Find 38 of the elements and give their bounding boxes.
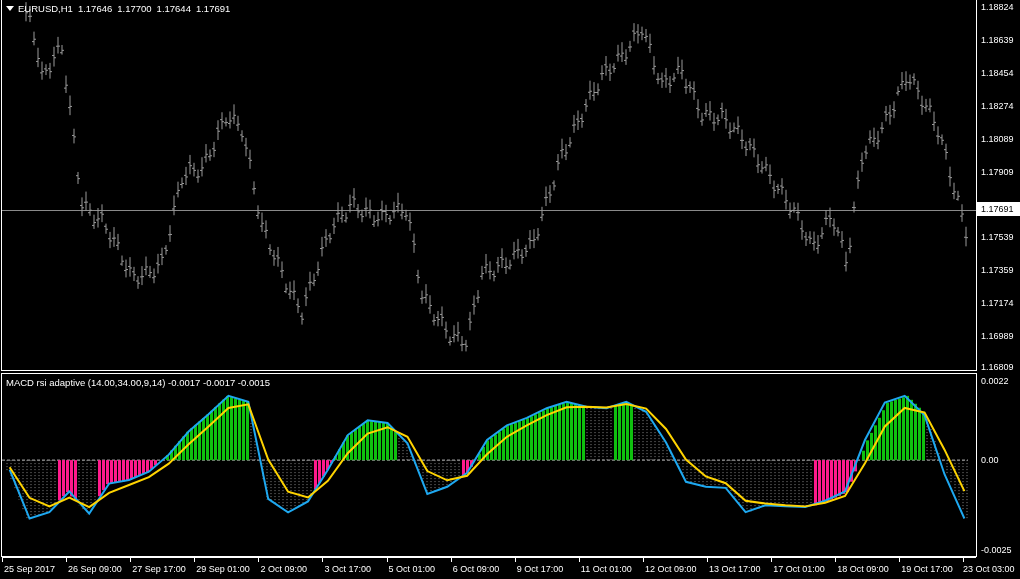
indicator-title: MACD rsi adaptive (14.00,34.00,9,14) -0.0017 -0.0017 -0.0015	[6, 377, 271, 388]
time-tick-label: 9 Oct 17:00	[516, 564, 564, 574]
price-tick-label: 1.18089	[981, 133, 1014, 144]
time-tick-label: 3 Oct 17:00	[324, 564, 371, 574]
price-value: 1.17644	[156, 3, 191, 14]
price-tick-label: 1.18274	[981, 100, 1014, 111]
price-tick-label: 1.18639	[981, 34, 1014, 45]
indicator-tick-label: 0.00	[981, 454, 999, 467]
price-value: 1.17646	[77, 3, 113, 14]
price-tick-label: 1.18824	[981, 1, 1014, 12]
time-tick-label: 23 Oct 03:00	[962, 564, 1015, 574]
time-tick-label: 2 Oct 09:00	[260, 564, 307, 574]
time-tick-label: 5 Oct 01:00	[388, 564, 436, 574]
indicator-tick-label: -0.0025	[981, 543, 1012, 556]
time-tick-label: 11 Oct 01:00	[580, 564, 632, 574]
price-tick-label: 1.16989	[981, 330, 1014, 341]
time-tick-label: 26 Sep 09:00	[68, 564, 122, 574]
time-tick-label: 12 Oct 09:00	[644, 564, 697, 574]
price-value: 1.17700	[117, 3, 152, 14]
symbol-label: EURUSD,H1	[18, 3, 73, 14]
dropdown-triangle-icon[interactable]	[6, 6, 14, 11]
time-tick-label: 13 Oct 17:00	[709, 564, 761, 574]
time-tick-label: 27 Sep 17:00	[132, 564, 186, 574]
time-tick-label: 17 Oct 01:00	[773, 564, 825, 574]
price-tick-label: 1.17909	[981, 166, 1014, 177]
price-tick-label: 1.17539	[981, 231, 1014, 242]
price-tick-label: 1.16809	[981, 362, 1014, 371]
price-tick-label: 1.17174	[981, 297, 1014, 308]
time-tick-label: 25 Sep 2017	[4, 564, 56, 574]
price-value: 1.17691	[195, 3, 231, 14]
time-tick-label: 18 Oct 09:00	[837, 564, 889, 574]
current-price-label: 1.17691	[977, 202, 1020, 216]
time-tick-label: 19 Oct 17:00	[901, 564, 953, 574]
price-tick-label: 1.17359	[981, 264, 1014, 275]
price-tick-label: 1.18454	[981, 67, 1014, 78]
time-tick-label: 6 Oct 09:00	[452, 564, 500, 574]
indicator-tick-label: 0.0022	[981, 375, 1009, 388]
time-tick-label: 29 Sep 01:00	[196, 564, 250, 574]
